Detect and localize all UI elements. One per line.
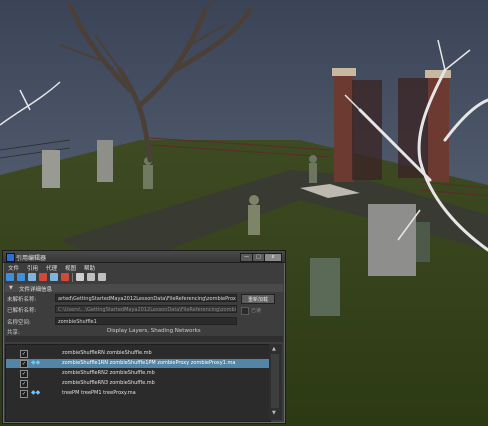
list-item[interactable]: ✓ zombieShuffleRN3 zombieShuffle.mb — [6, 379, 270, 388]
reference-label: treePM treePM1 treeProxy.ma — [62, 390, 136, 396]
menu-view[interactable]: 视图 — [65, 264, 76, 272]
resolved-name-label: 已解析名称: — [7, 308, 37, 314]
loaded-checkbox[interactable]: ✓ — [20, 390, 28, 398]
section-label: 文件详细信息 — [19, 287, 53, 293]
maya-app-icon — [6, 253, 15, 262]
list-item[interactable]: ✓ ◆◆ treePM treePM1 treeProxy.ma — [6, 389, 270, 398]
menu-help[interactable]: 帮助 — [84, 264, 95, 272]
menu-proxy[interactable]: 代理 — [46, 264, 57, 272]
reference-label: zombieShuffleRN3 zombieShuffle.mb — [62, 380, 155, 386]
menu-reference[interactable]: 引用 — [27, 264, 38, 272]
reference-icon[interactable] — [6, 273, 14, 281]
resolved-name-field: C:\Users\...\GettingStartedMaya2012Lesso… — [55, 305, 237, 313]
list-view-icon[interactable] — [76, 273, 84, 281]
proxy-icon — [31, 350, 40, 356]
unload-icon[interactable] — [50, 273, 58, 281]
unresolved-name-label: 未解析名称: — [7, 297, 37, 303]
scroll-thumb[interactable] — [271, 354, 279, 408]
read-checkbox[interactable]: 已读 — [241, 306, 281, 315]
loaded-checkbox[interactable]: ✓ — [20, 350, 28, 358]
title-bar[interactable]: 引用编辑器 — □ x — [3, 251, 285, 263]
reload-icon[interactable] — [17, 273, 25, 281]
tree-view-icon[interactable] — [87, 273, 95, 281]
checkbox-label: 已读 — [251, 308, 262, 314]
menu-bar: 文件 引用 代理 视图 帮助 — [3, 263, 285, 272]
proxy-icon — [31, 380, 40, 386]
shared-label: 共享: — [7, 330, 20, 336]
scroll-down-icon[interactable]: ▼ — [272, 410, 276, 416]
menu-file[interactable]: 文件 — [8, 264, 19, 272]
namespace-label: 名称空间: — [7, 320, 31, 326]
reload-button[interactable]: 重新加载 — [241, 294, 275, 304]
remove-icon[interactable] — [61, 273, 69, 281]
unresolved-name-field[interactable]: arted\GettingStartedMaya2012LessonData\F… — [55, 294, 237, 302]
list-item[interactable]: ✓ zombieShuffleRN2 zombieShuffle.mb — [6, 369, 270, 378]
reference-label: zombieShuffleRN2 zombieShuffle.mb — [62, 370, 155, 376]
scroll-up-icon[interactable]: ▲ — [272, 346, 276, 352]
close-button[interactable]: x — [264, 253, 282, 262]
proxy-icon: ◆◆ — [31, 359, 41, 366]
loaded-checkbox[interactable]: ✓ — [20, 380, 28, 388]
toolbar-separator — [72, 273, 73, 282]
reference-list[interactable]: ✓ zombieShuffleRN zombieShuffle.mb ✓ ◆◆ … — [5, 344, 271, 422]
vertical-scrollbar[interactable]: ▲ ▼ — [269, 344, 282, 420]
shared-value: Display Layers, Shading Networks — [107, 328, 201, 334]
collapse-arrow-icon[interactable]: ▼ — [9, 285, 13, 291]
loaded-checkbox[interactable]: ✓ — [20, 370, 28, 378]
list-item-selected[interactable]: ✓ ◆◆ zombieShuffle1RN zombieShuffle1PM z… — [6, 359, 270, 368]
checkbox-box[interactable] — [241, 307, 249, 315]
proxy-icon: ◆◆ — [31, 389, 41, 396]
list-header — [5, 336, 283, 342]
toolbar — [6, 272, 282, 283]
loaded-checkbox[interactable]: ✓ — [20, 360, 28, 368]
proxy-icon — [31, 370, 40, 376]
reference-editor-window: 引用编辑器 — □ x 文件 引用 代理 视图 帮助 ▼ 文件详细信息 未解析名… — [2, 250, 286, 424]
file-details-section[interactable]: ▼ 文件详细信息 — [5, 284, 283, 293]
detail-view-icon[interactable] — [98, 273, 106, 281]
window-title: 引用编辑器 — [16, 255, 47, 262]
reference-label: zombieShuffle1RN zombieShuffle1PM zombie… — [62, 360, 236, 366]
export-icon[interactable] — [28, 273, 36, 281]
proxy-icon[interactable] — [39, 273, 47, 281]
reference-label: zombieShuffleRN zombieShuffle.mb — [62, 350, 152, 356]
list-item[interactable]: ✓ zombieShuffleRN zombieShuffle.mb — [6, 349, 270, 358]
namespace-field[interactable]: zombieShuffle1 — [55, 317, 237, 325]
